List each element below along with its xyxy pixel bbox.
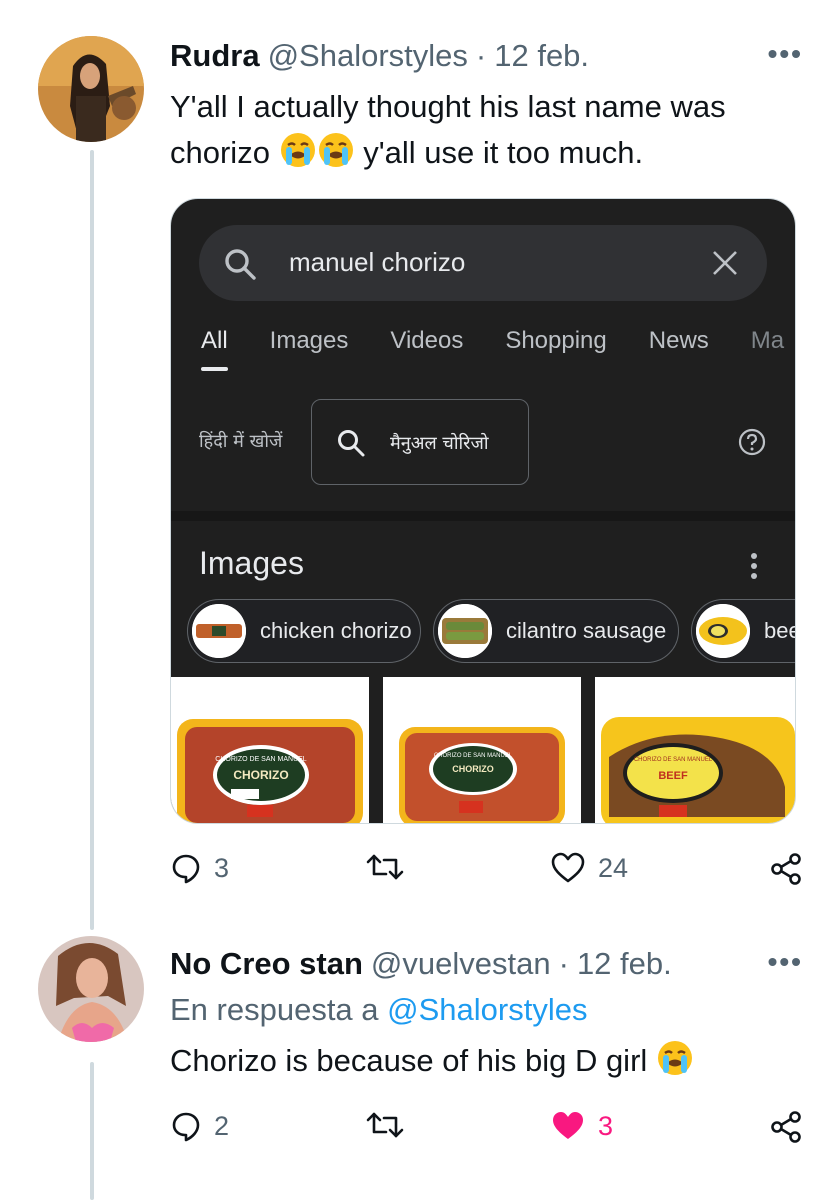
close-icon[interactable] [711,249,739,277]
user-handle[interactable]: @Shalorstyles [268,38,468,74]
reply-icon [172,1112,200,1142]
tab-images[interactable]: Images [270,327,349,377]
product-label: CHORIZO [452,764,494,774]
tab-shopping[interactable]: Shopping [505,327,606,377]
tab-maps[interactable]: Ma [751,327,784,377]
like-button[interactable]: 24 [550,852,628,884]
retweet-icon [366,854,404,880]
tweet-actions: 3 24 [170,852,803,892]
search-tabs: All Images Videos Shopping News Ma [201,327,795,377]
display-name[interactable]: Rudra [170,38,260,74]
timestamp[interactable]: 12 feb. [577,946,672,982]
chip-thumbnail [696,604,750,658]
share-button[interactable] [769,1110,803,1144]
product-brand: CHORIZO DE SAN MANUEL [634,757,713,763]
separator: · [558,946,569,981]
product-brand: CHORIZO DE SAN MANUEL [215,756,307,763]
chip-chicken-chorizo[interactable]: chicken chorizo [187,599,421,663]
image-results: CHORIZO DE SAN MANUEL CHORIZO CHORIZO DE… [171,677,795,823]
heart-filled-icon [553,1112,583,1139]
hindi-search-label: हिंदी में खोजें [199,431,283,452]
divider [171,511,795,521]
share-icon [771,1111,801,1143]
tweet-text-line: Y'all I actually thought his last name w… [170,89,726,124]
chip-beef[interactable]: bee [691,599,795,663]
like-count: 24 [598,852,629,883]
share-icon [771,853,801,885]
timestamp[interactable]: 12 feb. [494,38,589,74]
images-section-heading: Images [199,545,304,581]
tweet-text-segment: Chorizo is because of his big D girl [170,1043,648,1078]
reply-context: En respuesta a @Shalorstyles [170,992,587,1028]
search-input[interactable]: manuel chorizo [289,247,465,278]
hindi-search-chip[interactable]: मैनुअल चोरिजो [311,399,529,485]
retweet-button[interactable] [366,852,416,882]
tab-news[interactable]: News [649,327,709,377]
chip-label: chicken chorizo [260,618,412,643]
retweet-button[interactable] [366,1110,416,1140]
separator: · [475,38,487,73]
chip-label: cilantro sausage [506,618,667,643]
image-result[interactable]: CHORIZO DE SAN MANUEL CHORIZO [171,677,369,823]
tab-all[interactable]: All [201,327,228,377]
tweet-text-segment: y'all use it too much. [363,135,644,170]
tweet-actions: 2 3 [170,1110,803,1150]
tweet[interactable]: Rudra @Shalorstyles · 12 feb. ••• Y'all … [0,0,833,930]
like-button[interactable]: 3 [550,1110,613,1142]
loudly-crying-face-icon [318,133,353,167]
image-result[interactable]: CHORIZO DE SAN MANUEL BEEF [595,677,795,823]
help-icon[interactable] [737,427,767,457]
avatar[interactable] [38,36,144,142]
search-icon [225,249,256,280]
user-handle[interactable]: @vuelvestan [371,946,551,982]
tab-videos[interactable]: Videos [390,327,463,377]
image-result[interactable]: CHORIZO DE SAN MANUEL CHORIZO [383,677,581,823]
more-vertical-icon[interactable] [749,551,759,581]
product-label: BEEF [658,770,688,782]
more-options-button[interactable]: ••• [768,38,803,70]
chip-thumbnail [438,604,492,658]
loudly-crying-face-icon [280,133,315,167]
share-button[interactable] [769,852,803,886]
tweet-header: No Creo stan @vuelvestan · 12 feb. ••• [170,946,803,982]
tweet-text: Chorizo is because of his big D girl [170,1038,793,1084]
related-chips: chicken chorizo cilantro sausage bee [187,599,795,665]
reply-icon [172,854,200,884]
reply-count: 2 [214,1110,230,1141]
chip-thumbnail [192,604,246,658]
reply-to-handle-link[interactable]: @Shalorstyles [387,992,587,1027]
tweet[interactable]: No Creo stan @vuelvestan · 12 feb. ••• E… [0,930,833,1200]
product-brand: CHORIZO DE SAN MANUEL [434,753,513,759]
reply-count: 3 [214,852,230,883]
tweet-text-segment: chorizo [170,135,270,170]
tweet-text: Y'all I actually thought his last name w… [170,84,793,176]
avatar[interactable] [38,936,144,1042]
heart-icon [551,852,585,883]
tweet-header: Rudra @Shalorstyles · 12 feb. ••• [170,38,803,74]
tweet-media-image[interactable]: manuel chorizo All Images Videos Shoppin… [170,198,796,824]
like-count: 3 [598,1110,614,1141]
tweet-text-line: chorizo y'all use it too much. [170,130,793,176]
reply-button[interactable]: 3 [170,852,229,884]
hindi-search-query: मैनुअल चोरिजो [390,433,489,454]
retweet-icon [366,1112,404,1138]
chip-cilantro-sausage[interactable]: cilantro sausage [433,599,679,663]
product-label: CHORIZO [233,768,288,782]
reply-prefix: En respuesta a [170,992,379,1027]
more-options-button[interactable]: ••• [768,946,803,978]
search-bar[interactable]: manuel chorizo [199,225,767,301]
loudly-crying-face-icon [657,1041,692,1075]
display-name[interactable]: No Creo stan [170,946,363,982]
chip-label: bee [764,618,795,643]
search-icon [338,430,365,457]
reply-button[interactable]: 2 [170,1110,229,1142]
